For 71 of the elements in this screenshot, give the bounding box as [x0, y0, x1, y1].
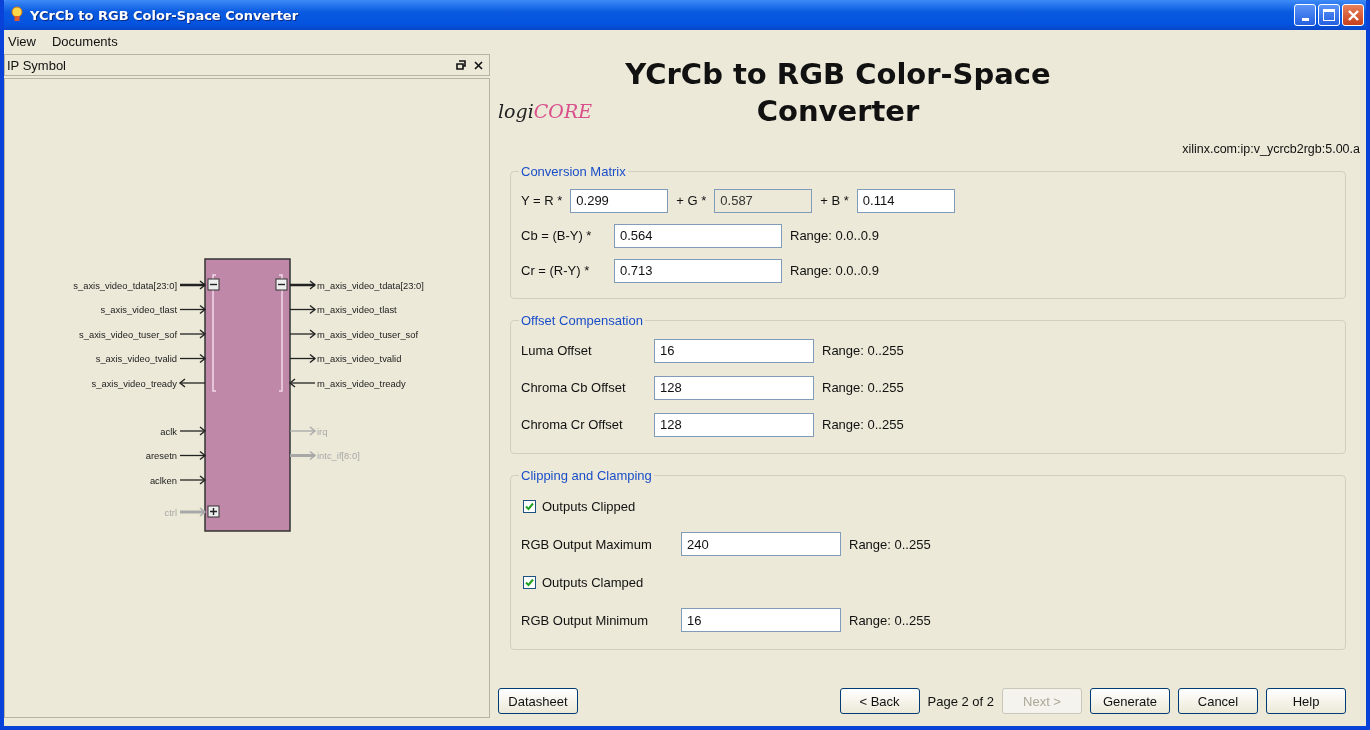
minimize-button[interactable] [1294, 4, 1316, 26]
range-label: Range: 0..255 [822, 417, 904, 432]
push-button[interactable]: < Back [839, 688, 920, 714]
group-title: Conversion Matrix [520, 164, 627, 179]
range-label: Range: 0.0..0.9 [790, 263, 879, 278]
page-title: YCrCb to RGB Color-Space Converter [624, 56, 1052, 130]
port-label: s_axis_video_tuser_sof [79, 328, 177, 340]
range-label: Range: 0..255 [849, 612, 931, 628]
range-label: Range: 0.0..0.9 [790, 228, 879, 243]
group-title: Offset Compensation [520, 313, 644, 328]
input-field[interactable]: 240 [681, 532, 841, 556]
close-icon [1346, 8, 1360, 22]
close-icon[interactable] [474, 60, 483, 70]
group-title: Clipping and Clamping [520, 468, 653, 483]
port-label: ctrl [164, 506, 177, 518]
port-label: m_axis_video_tready [317, 377, 406, 389]
checkbox[interactable] [523, 499, 536, 513]
restore-icon[interactable] [456, 60, 466, 70]
field-label: + G * [676, 193, 707, 208]
close-button[interactable] [1342, 4, 1364, 26]
port-label: s_axis_video_tready [91, 377, 177, 389]
input-field[interactable]: 16 [654, 338, 814, 363]
range-label: Range: 0..255 [822, 343, 904, 358]
field-label: RGB Output Minimum [521, 612, 650, 628]
input-field[interactable]: 0.713 [614, 258, 782, 283]
input-field[interactable]: 0.114 [856, 188, 955, 213]
ip-identifier: xilinx.com:ip:v_ycrcb2rgb:5.00.a [1182, 142, 1360, 156]
port-label: aclken [149, 474, 177, 486]
lightbulb-icon [10, 6, 24, 24]
port-label: aresetn [145, 450, 177, 461]
port-label: aclk [160, 425, 177, 437]
collapse-icon[interactable] [207, 278, 220, 291]
port-label: m_axis_video_tdata[23:0] [317, 279, 424, 291]
field-label: Luma Offset [521, 343, 593, 358]
field-label: Chroma Cb Offset [521, 380, 627, 395]
field-label: Cb = (B-Y) * [521, 228, 593, 243]
port-label: intc_if[8:0] [317, 450, 360, 461]
field-label: + B * [820, 193, 849, 208]
field-label: Y = R * [521, 193, 563, 208]
checkbox-label: Outputs Clamped [542, 574, 644, 590]
maximize-button[interactable] [1318, 4, 1340, 26]
field-label: Cr = (R-Y) * [521, 263, 591, 278]
input-field[interactable]: 16 [681, 608, 841, 632]
window-title: YCrCb to RGB Color-Space Converter [30, 7, 299, 23]
panel-title: IP Symbol [7, 57, 66, 73]
push-button[interactable]: Cancel [1178, 688, 1258, 714]
logo: logiCORE [498, 100, 594, 122]
port-label: irq [317, 425, 328, 437]
checkbox-label: Outputs Clipped [542, 498, 636, 514]
menu-item[interactable]: View [8, 33, 36, 49]
push-button[interactable]: Datasheet [498, 688, 578, 714]
port-label: m_axis_video_tuser_sof [317, 328, 419, 340]
port-label: s_axis_video_tdata[23:0] [73, 279, 177, 291]
field-label: RGB Output Maximum [521, 536, 653, 552]
range-label: Range: 0..255 [849, 536, 931, 552]
page-indicator: Page 2 of 2 [927, 693, 994, 709]
menu-item[interactable]: Documents [51, 33, 118, 49]
port-label: m_axis_video_tvalid [317, 353, 402, 364]
input-field[interactable]: 128 [654, 375, 814, 400]
input-field[interactable]: 128 [654, 412, 814, 437]
port-label: m_axis_video_tlast [317, 304, 397, 315]
checkbox[interactable] [523, 575, 536, 589]
input-field[interactable]: 0.299 [570, 188, 669, 213]
port-label: s_axis_video_tvalid [95, 353, 177, 364]
push-button[interactable]: Generate [1090, 688, 1170, 714]
port-label: s_axis_video_tlast [100, 304, 177, 315]
field-label: Chroma Cr Offset [521, 417, 624, 432]
push-button[interactable]: Help [1266, 688, 1346, 714]
input-field[interactable]: 0.564 [614, 223, 782, 248]
range-label: Range: 0..255 [822, 380, 904, 395]
collapse-icon[interactable] [275, 278, 288, 291]
